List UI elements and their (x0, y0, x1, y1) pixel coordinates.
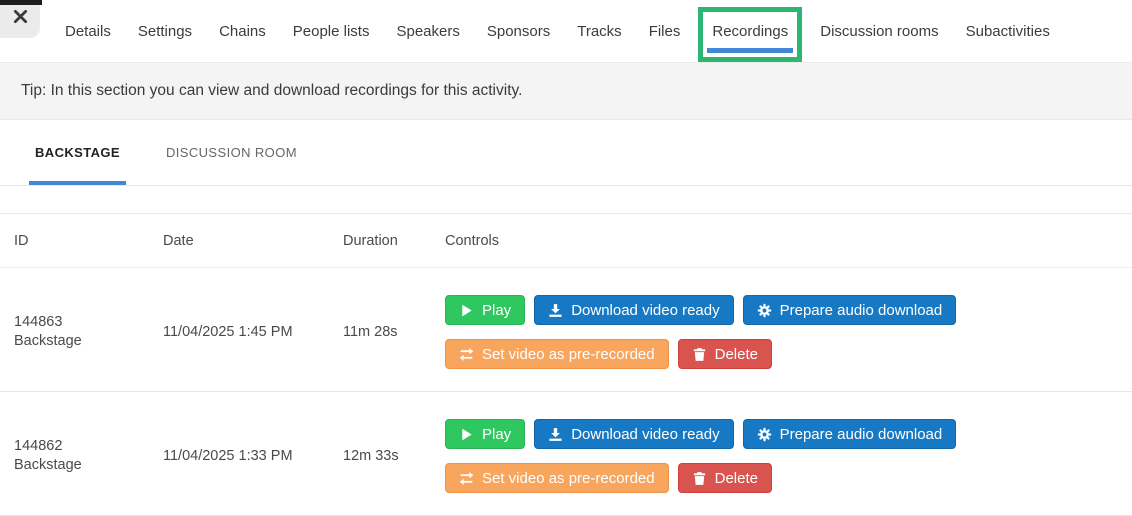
play-icon (462, 428, 472, 440)
trash-icon (693, 347, 705, 361)
close-button[interactable] (0, 0, 40, 38)
tab-people-lists[interactable]: People lists (293, 23, 370, 40)
active-tab-underline (707, 47, 794, 53)
set-prerecorded-button[interactable]: Set video as pre-recorded (445, 463, 669, 493)
tab-discussion-rooms[interactable]: Discussion rooms (820, 23, 938, 40)
delete-label: Delete (714, 345, 758, 363)
recording-duration: 11m 28s (343, 324, 398, 340)
tab-recordings[interactable]: Recordings (712, 23, 788, 40)
recordings-highlight-box: Recordings (698, 6, 803, 62)
delete-button[interactable]: Delete (677, 463, 772, 493)
play-label: Play (482, 425, 512, 443)
subtab-backstage[interactable]: BACKSTAGE (29, 120, 126, 185)
tab-settings[interactable]: Settings (138, 23, 192, 40)
tab-sponsors[interactable]: Sponsors (487, 23, 550, 40)
gear-icon (757, 427, 771, 441)
download-icon (549, 427, 562, 441)
play-label: Play (482, 301, 512, 319)
tab-speakers[interactable]: Speakers (396, 23, 459, 40)
nav-tabs: Details Settings Chains People lists Spe… (65, 0, 1050, 62)
prepare-audio-label: Prepare audio download (779, 301, 943, 319)
column-header-date: Date (163, 232, 194, 249)
exchange-icon (459, 471, 474, 485)
close-icon (13, 9, 28, 29)
set-prerecorded-button[interactable]: Set video as pre-recorded (445, 339, 669, 369)
table-header: ID Date Duration Controls (0, 213, 1132, 268)
recording-controls: Play Download video ready Prepare audio … (445, 295, 1132, 369)
table-row: 144863 Backstage 11/04/2025 1:45 PM 11m … (0, 268, 1132, 392)
recording-controls: Play Download video ready Prepare audio … (445, 419, 1132, 493)
tab-files[interactable]: Files (649, 23, 681, 40)
tab-chains[interactable]: Chains (219, 23, 266, 40)
recording-id: 144863 (14, 314, 63, 331)
set-prerecorded-label: Set video as pre-recorded (482, 469, 655, 487)
subtab-backstage-label: BACKSTAGE (35, 145, 120, 160)
set-prerecorded-label: Set video as pre-recorded (482, 345, 655, 363)
download-video-button[interactable]: Download video ready (534, 419, 734, 449)
top-tab-bar: Details Settings Chains People lists Spe… (0, 0, 1132, 63)
recording-date: 11/04/2025 1:45 PM (163, 324, 293, 340)
prepare-audio-label: Prepare audio download (779, 425, 943, 443)
spacer (0, 186, 1132, 213)
tab-details[interactable]: Details (65, 23, 111, 40)
recording-id: 144862 (14, 438, 63, 455)
subtab-active-underline (29, 181, 126, 185)
tip-text: Tip: In this section you can view and do… (21, 82, 523, 99)
recording-id-cell: 144863 Backstage (14, 313, 163, 351)
column-header-duration: Duration (343, 232, 398, 249)
recording-id-cell: 144862 Backstage (14, 437, 163, 475)
play-button[interactable]: Play (445, 419, 526, 449)
trash-icon (693, 471, 705, 485)
recording-room: Backstage (14, 333, 82, 349)
tab-tracks[interactable]: Tracks (577, 23, 621, 40)
prepare-audio-button[interactable]: Prepare audio download (742, 295, 957, 325)
table-row: 144862 Backstage 11/04/2025 1:33 PM 12m … (0, 392, 1132, 516)
recording-source-tabs: BACKSTAGE DISCUSSION ROOM (0, 120, 1132, 186)
recording-date: 11/04/2025 1:33 PM (163, 448, 293, 464)
download-icon (549, 303, 562, 317)
recording-duration: 12m 33s (343, 448, 399, 464)
delete-label: Delete (714, 469, 758, 487)
gear-icon (757, 303, 771, 317)
prepare-audio-button[interactable]: Prepare audio download (742, 419, 957, 449)
delete-button[interactable]: Delete (677, 339, 772, 369)
subtab-discussion-room[interactable]: DISCUSSION ROOM (166, 120, 297, 185)
play-button[interactable]: Play (445, 295, 526, 325)
download-video-label: Download video ready (571, 425, 720, 443)
subtab-discussion-room-label: DISCUSSION ROOM (165, 145, 297, 160)
column-header-controls: Controls (445, 232, 499, 249)
tip-bar: Tip: In this section you can view and do… (0, 63, 1132, 120)
window-edge-strip (0, 0, 42, 5)
download-video-button[interactable]: Download video ready (534, 295, 734, 325)
download-video-label: Download video ready (571, 301, 720, 319)
play-icon (462, 304, 472, 316)
column-header-id: ID (14, 232, 29, 249)
recording-room: Backstage (14, 457, 82, 473)
exchange-icon (459, 347, 474, 361)
tab-subactivities[interactable]: Subactivities (966, 23, 1050, 40)
